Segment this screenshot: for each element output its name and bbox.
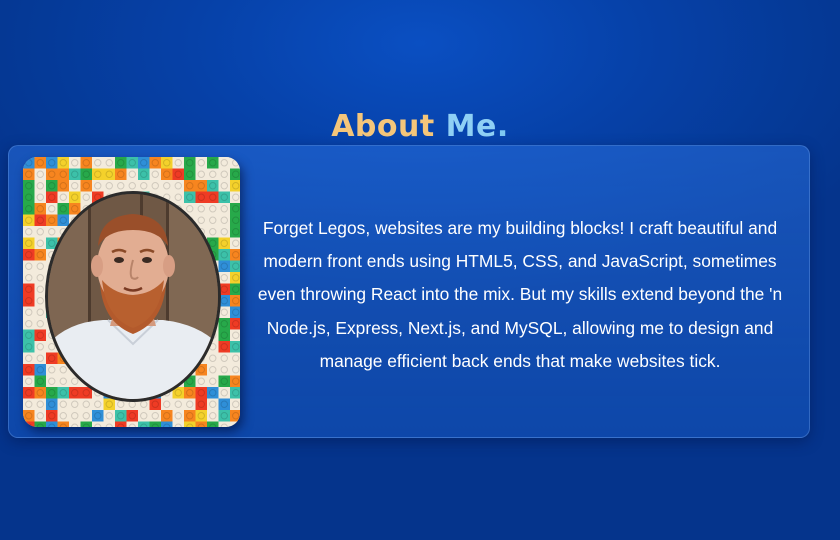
portrait-image <box>45 191 221 402</box>
about-paragraph: Forget Legos, websites are my building b… <box>257 218 783 371</box>
section-title: About Me. <box>0 109 840 144</box>
title-me-word: Me <box>445 108 497 144</box>
profile-photo <box>23 157 240 427</box>
title-dot: . <box>496 108 509 144</box>
title-about-word: About <box>331 108 435 144</box>
about-card: Forget Legos, websites are my building b… <box>8 145 810 438</box>
